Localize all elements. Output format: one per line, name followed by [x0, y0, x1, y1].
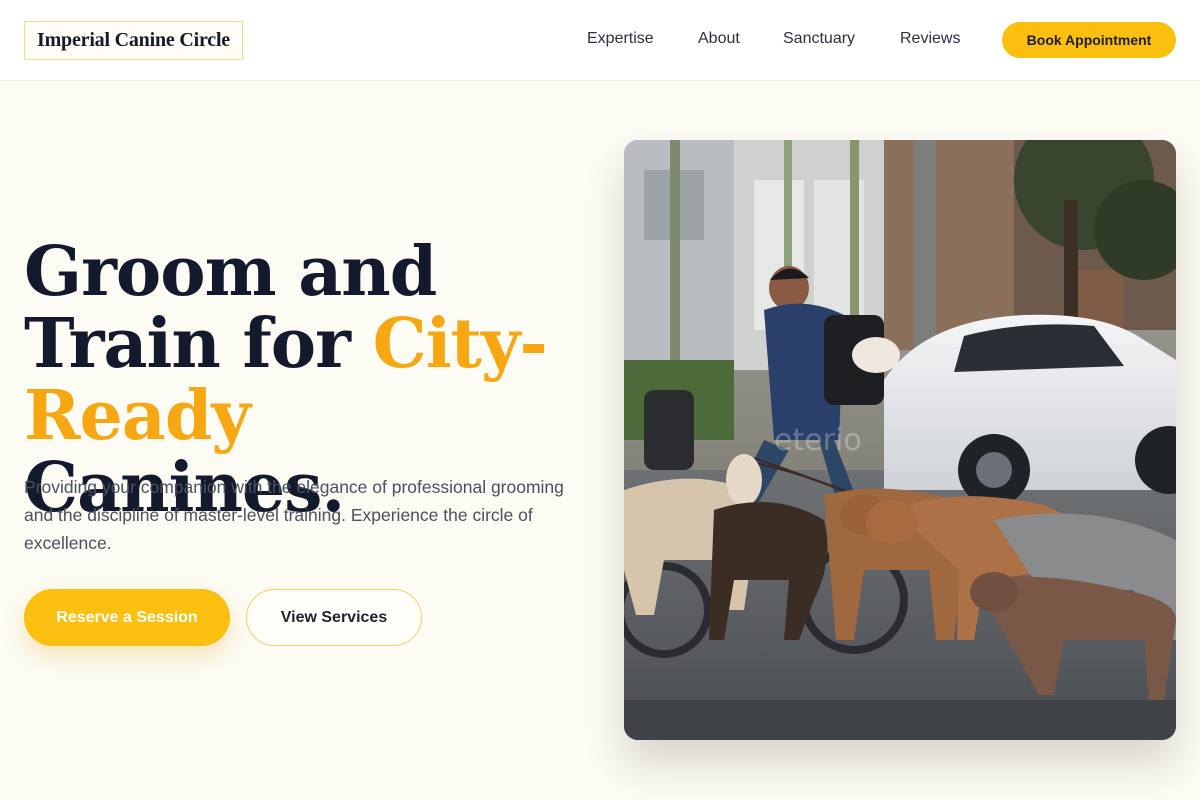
- headline-accent-2: Ready: [24, 376, 251, 456]
- logo[interactable]: Imperial Canine Circle: [24, 21, 243, 60]
- book-appointment-button[interactable]: Book Appointment: [1002, 22, 1176, 58]
- nav-link-about[interactable]: About: [698, 30, 740, 48]
- dog-walker-photo-icon: eterio: [624, 140, 1176, 740]
- reserve-session-button[interactable]: Reserve a Session: [24, 589, 230, 646]
- hero-description: Providing your companion with the elegan…: [24, 477, 564, 553]
- headline-accent-1: City-: [372, 304, 548, 384]
- nav-link-reviews[interactable]: Reviews: [900, 30, 960, 48]
- svg-text:eterio: eterio: [774, 423, 862, 458]
- nav-link-expertise[interactable]: Expertise: [587, 30, 654, 48]
- site-header: Imperial Canine Circle Expertise About S…: [0, 0, 1200, 81]
- view-services-button[interactable]: View Services: [246, 589, 422, 646]
- hero-photo: eterio: [624, 140, 1176, 740]
- nav-link-sanctuary[interactable]: Sanctuary: [783, 30, 855, 48]
